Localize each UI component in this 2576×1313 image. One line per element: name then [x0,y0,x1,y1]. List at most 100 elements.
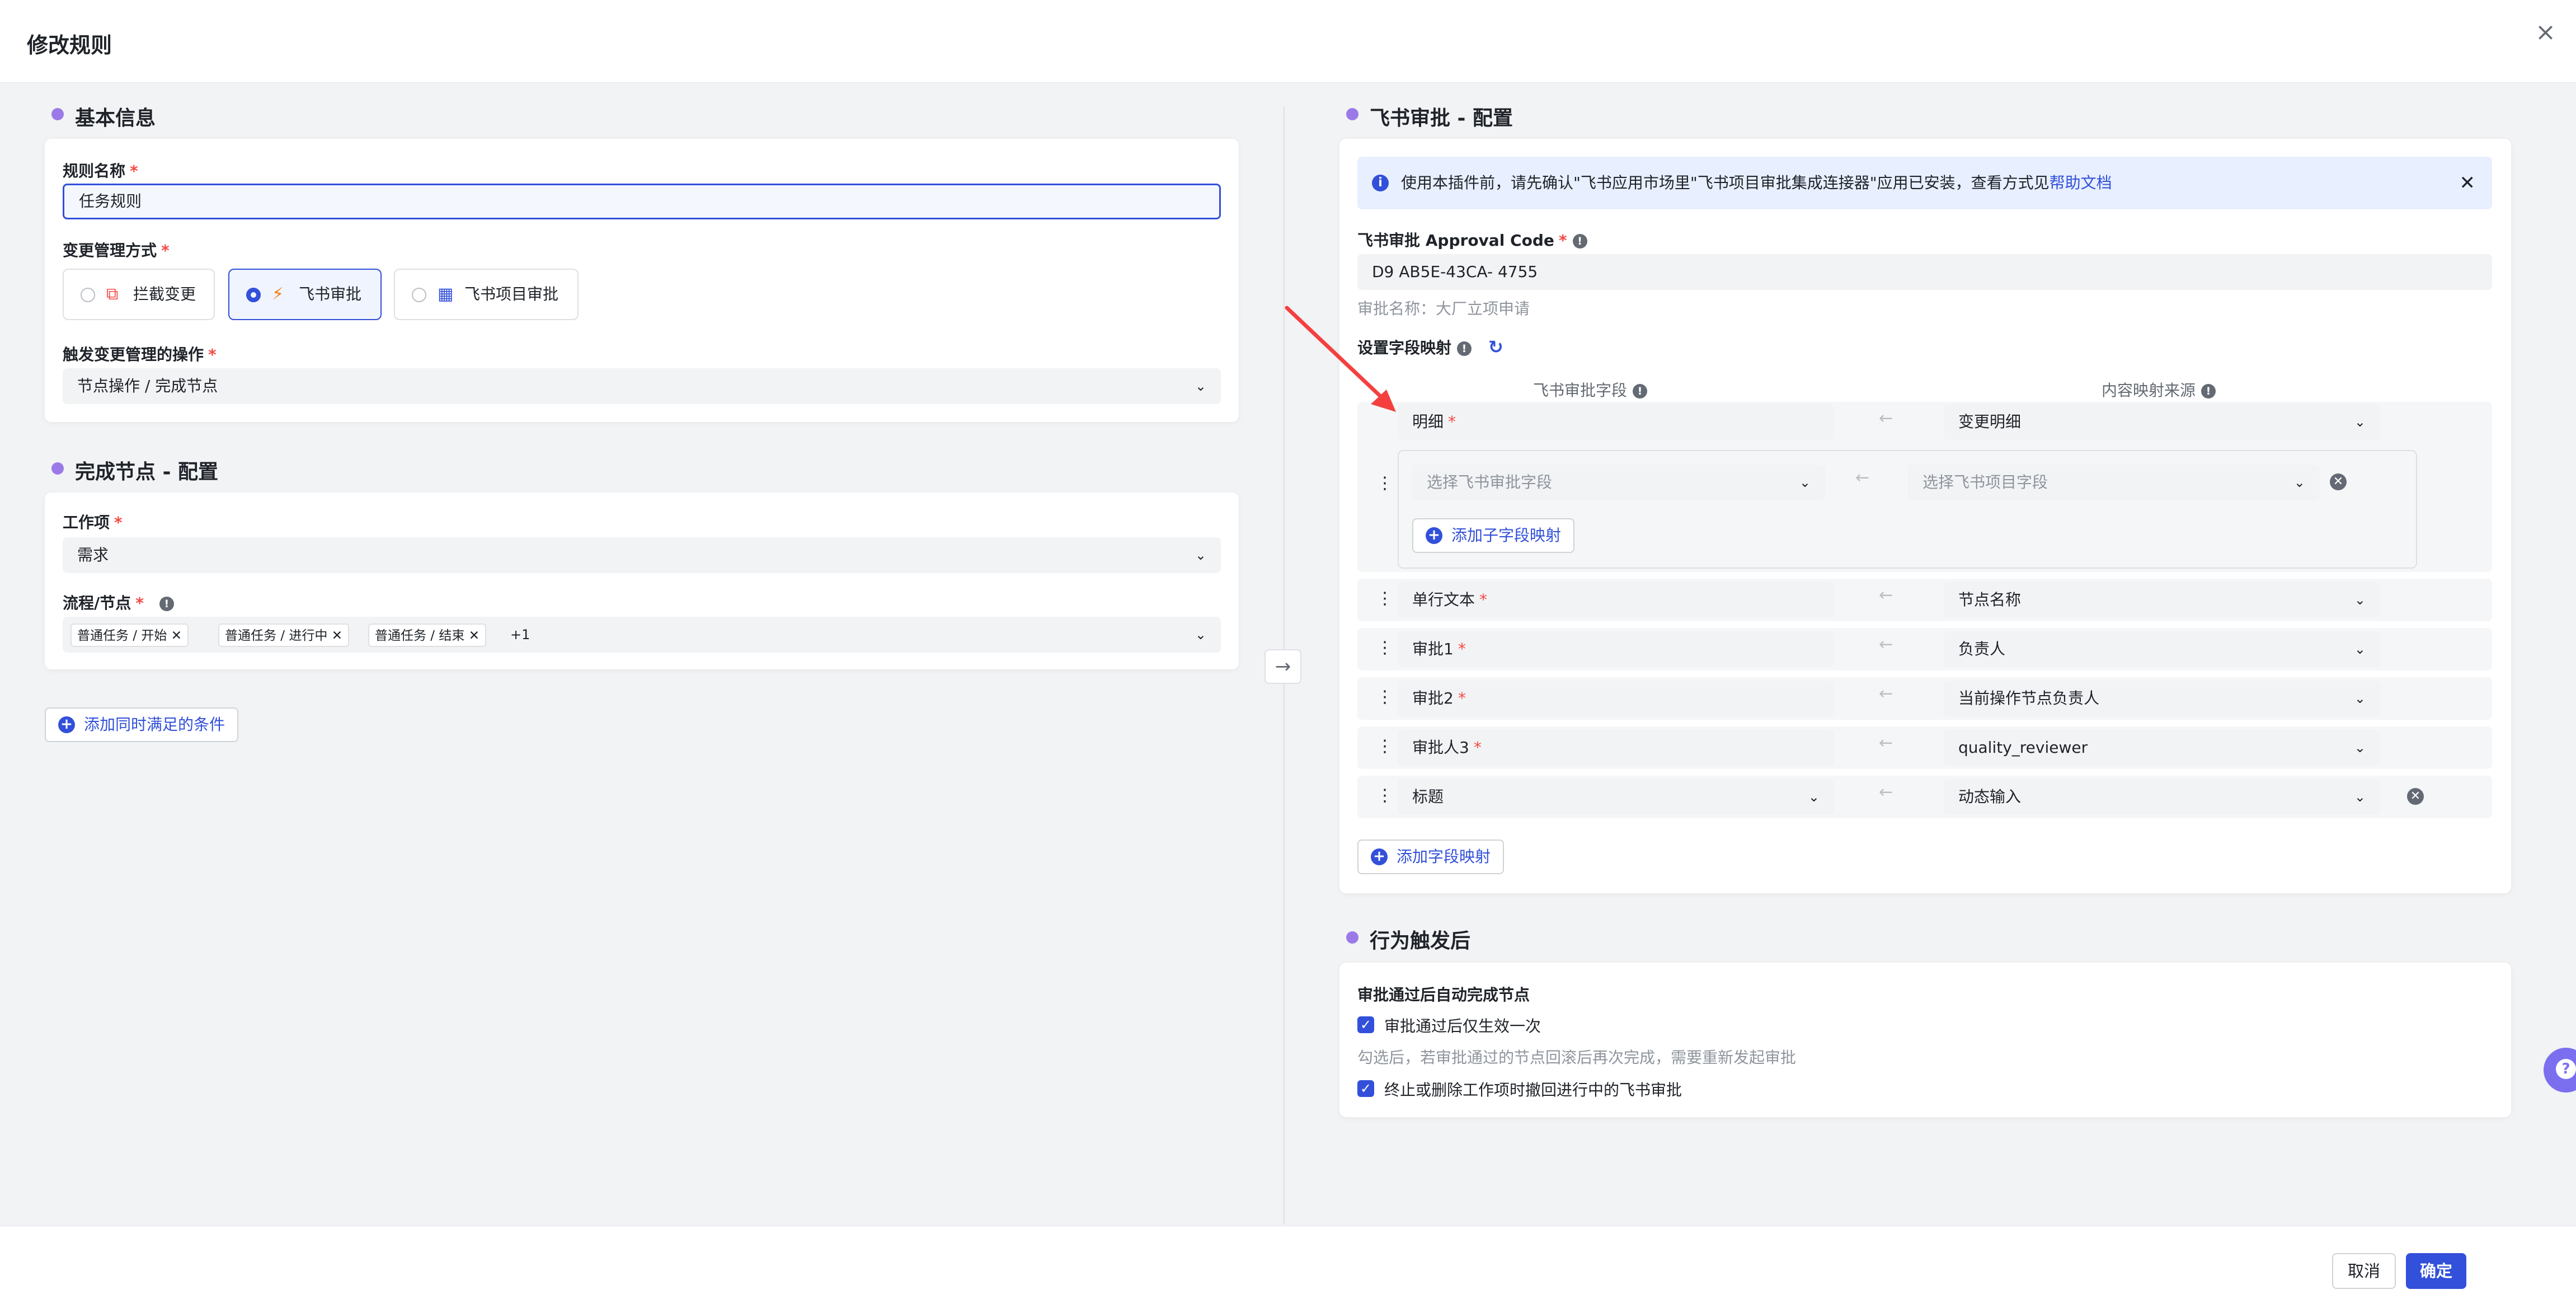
after-trigger-card: 审批通过后自动完成节点 ✓ 审批通过后仅生效一次 勾选后，若审批通过的节点回滚后… [1339,963,2511,1117]
arrow-left-icon: ← [1855,468,1870,487]
flow-node-label: 流程/节点 *! [63,591,174,613]
plus-icon: + [1426,527,1442,544]
section-dot-icon [1346,108,1358,120]
add-condition-button[interactable]: + 添加同时满足的条件 [45,707,239,742]
help-icon[interactable]: ! [2201,384,2216,398]
option-intercept-change[interactable]: ⧉ 拦截变更 [63,269,215,320]
modal-header: 修改规则 × [0,0,2576,83]
complete-node-card: 工作项 * 需求 ⌄ 流程/节点 *! 普通任务 / 开始 ✕ 普通任务 / 进行中 … [45,493,1239,669]
section-title-basic: 基本信息 [75,107,156,130]
approval-field: 审批2 * [1398,681,1834,716]
approval-field-select[interactable]: 标题 ⌄ [1398,779,1834,815]
col-head-source: 内容映射来源! [2102,378,2216,401]
approval-field: 单行文本 * [1398,582,1834,618]
chevron-down-icon: ⌄ [2354,740,2366,756]
help-icon[interactable]: ! [1457,341,1472,356]
flow-node-select[interactable]: 普通任务 / 开始 ✕ 普通任务 / 进行中 ✕ 普通任务 / 结束 ✕ +1 … [63,617,1221,653]
trigger-select[interactable]: 节点操作 / 完成节点 ⌄ [63,368,1221,404]
help-icon[interactable]: ! [1572,234,1587,248]
confirm-button[interactable]: 确定 [2406,1253,2466,1289]
feishu-approval-icon: ⚡ [272,284,284,304]
help-icon[interactable]: ! [1633,384,1648,398]
clear-icon[interactable]: ✕ [2330,473,2347,490]
plus-icon: + [58,716,75,733]
approval-field: 审批1 * [1398,631,1834,667]
floating-help-button[interactable]: ? [2544,1048,2576,1092]
question-icon: ? [2556,1059,2576,1079]
checkbox-checked-icon[interactable]: ✓ [1357,1080,1374,1097]
close-icon[interactable]: ✕ [2460,157,2476,209]
section-title-complete-node: 完成节点 - 配置 [75,461,219,484]
node-tag: 普通任务 / 开始 ✕ [70,623,189,647]
tag-close-icon[interactable]: ✕ [469,629,480,643]
basic-info-card: 规则名称 * 任务规则 变更管理方式 * ⧉ 拦截变更 ⚡ 飞书审批 ▦ 飞书项目审… [45,139,1239,422]
arrow-left-icon: ← [1879,585,1893,605]
add-sub-mapping-button[interactable]: + 添加子字段映射 [1412,518,1575,553]
sub-approval-field-select[interactable]: 选择飞书审批字段 ⌄ [1412,465,1825,500]
work-item-label: 工作项 * [63,513,123,532]
refresh-icon[interactable]: ↻ [1488,336,1503,358]
install-notice-banner: i 使用本插件前，请先确认"飞书应用市场里"飞书项目审批集成连接器"应用已安装，… [1357,157,2492,209]
source-select[interactable]: 负责人 ⌄ [1944,631,2380,667]
source-select[interactable]: 当前操作节点负责人 ⌄ [1944,681,2380,716]
option-label: 飞书审批 [299,285,362,303]
arrow-left-icon: ← [1879,733,1893,753]
option-label: 飞书项目审批 [464,285,559,303]
chevron-down-icon: ⌄ [2354,414,2366,430]
arrow-left-icon: ← [1879,409,1893,428]
auto-complete-label: 审批通过后自动完成节点 [1357,986,1530,1004]
check-withdraw-label: 终止或删除工作项时撤回进行中的飞书审批 [1384,1081,1682,1099]
help-icon[interactable]: ! [159,597,174,611]
source-select[interactable]: 节点名称 ⌄ [1944,582,2380,618]
add-field-mapping-button[interactable]: + 添加字段映射 [1357,840,1505,874]
help-doc-link[interactable]: 帮助文档 [2049,173,2112,192]
section-dot-icon [51,462,64,475]
check-once-label: 审批通过后仅生效一次 [1384,1017,1541,1035]
tag-close-icon[interactable]: ✕ [171,629,182,643]
node-tag: 普通任务 / 进行中 ✕ [218,623,349,647]
option-feishu-project-approval[interactable]: ▦ 飞书项目审批 [394,269,579,320]
annotation-arrow-icon [1285,306,1396,412]
section-title-approval: 飞书审批 - 配置 [1370,107,1513,130]
tag-close-icon[interactable]: ✕ [332,629,342,643]
banner-text: 使用本插件前，请先确认"飞书应用市场里"飞书项目审批集成连接器"应用已安装，查看… [1401,173,2112,192]
section-title-after-trigger: 行为触发后 [1370,930,1471,953]
radio-icon [412,288,426,302]
change-mode-label: 变更管理方式 * [63,241,170,260]
sub-project-field-select[interactable]: 选择飞书项目字段 ⌄ [1908,465,2320,500]
arrow-left-icon: ← [1879,684,1893,704]
source-select[interactable]: 变更明细 ⌄ [1944,404,2380,440]
chevron-down-icon: ⌄ [2354,592,2366,608]
section-dot-icon [1346,931,1358,944]
modal-title: 修改规则 [27,33,112,58]
clear-icon[interactable]: ✕ [2407,788,2424,805]
checkbox-checked-icon[interactable]: ✓ [1357,1016,1374,1033]
approval-field: 审批人3 * [1398,730,1834,766]
option-feishu-approval[interactable]: ⚡ 飞书审批 [228,269,382,320]
chevron-down-icon: ⌄ [1195,627,1206,643]
chevron-down-icon: ⌄ [2354,641,2366,657]
plus-icon: + [1371,848,1388,865]
chevron-down-icon: ⌄ [1195,547,1206,563]
info-icon: i [1372,175,1389,191]
col-head-approval-field: 飞书审批字段! [1533,378,1648,401]
source-select[interactable]: 动态输入 ⌄ [1944,779,2380,815]
cancel-button[interactable]: 取消 [2332,1253,2396,1289]
rule-name-input[interactable]: 任务规则 [63,184,1221,219]
more-tags-count: +1 [510,627,530,643]
radio-icon [81,288,95,302]
arrow-right-icon[interactable]: → [1265,649,1301,684]
source-select[interactable]: quality_reviewer ⌄ [1944,730,2380,766]
chevron-down-icon: ⌄ [2293,475,2305,490]
close-icon[interactable]: × [2535,18,2556,46]
intercept-icon: ⧉ [106,284,119,304]
chevron-down-icon: ⌄ [2354,789,2366,805]
modal-footer: 取消 确定 [0,1226,2576,1313]
approval-code-input[interactable]: D9 AB5E-43CA- 4755 [1357,254,2492,290]
chevron-down-icon: ⌄ [1808,789,1820,805]
chevron-down-icon: ⌄ [2354,691,2366,706]
chevron-down-icon: ⌄ [1799,475,1811,490]
work-item-select[interactable]: 需求 ⌄ [63,537,1221,573]
trigger-label: 触发变更管理的操作 * [63,345,217,364]
option-label: 拦截变更 [133,285,196,303]
